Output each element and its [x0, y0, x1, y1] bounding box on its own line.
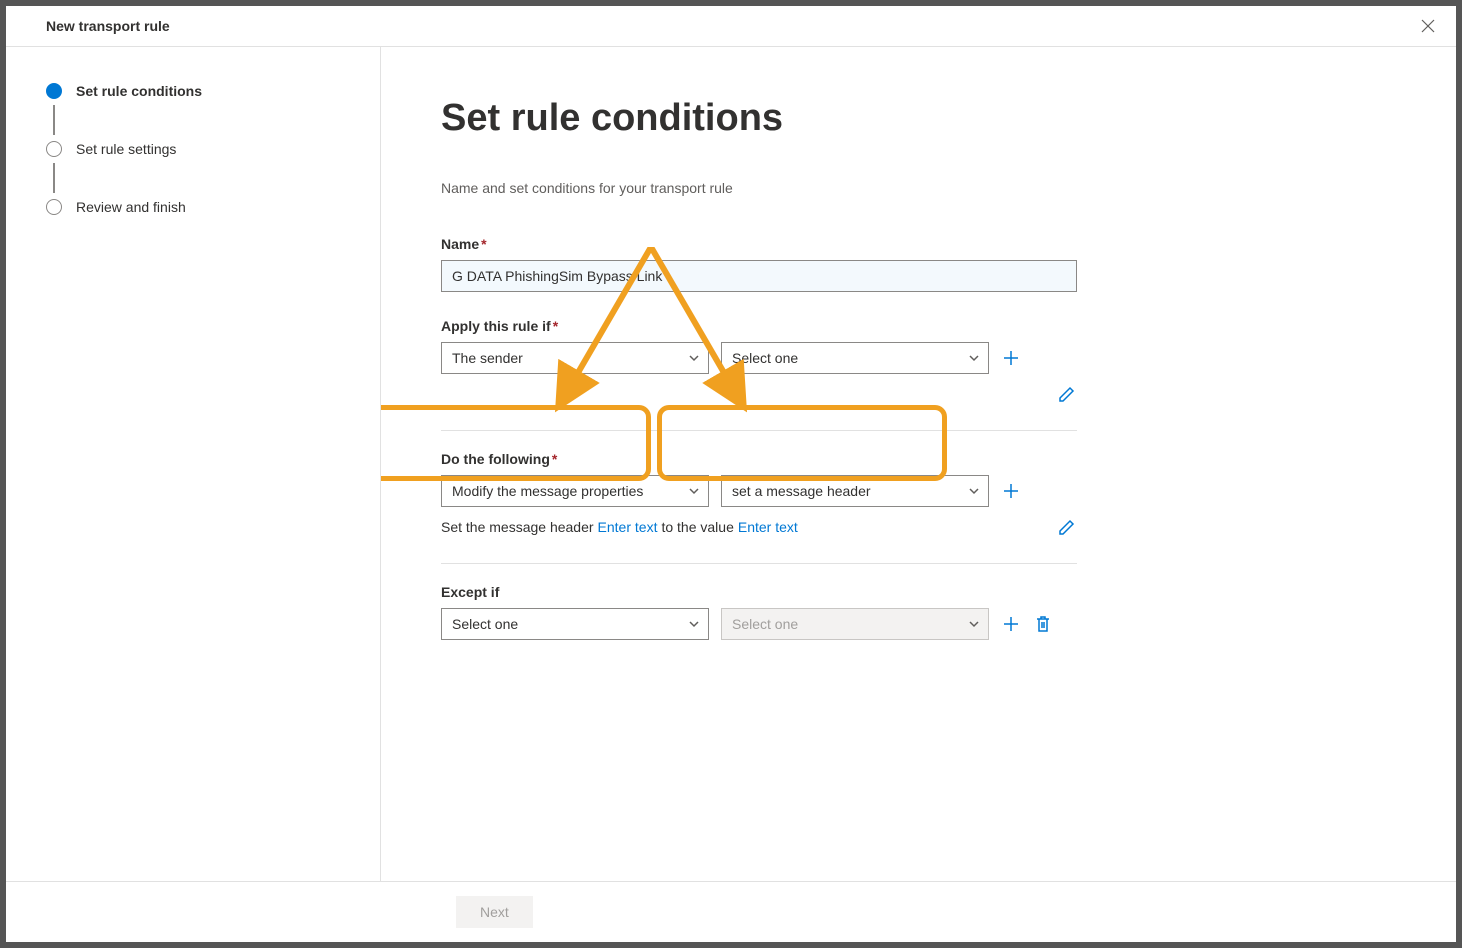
delete-icon[interactable] — [1033, 614, 1053, 634]
except-label: Except if — [441, 584, 1396, 600]
step-label: Set rule conditions — [76, 83, 202, 99]
dialog-window: New transport rule Set rule conditions S… — [6, 6, 1456, 942]
step-dot-icon — [46, 199, 62, 215]
step-connector — [53, 163, 55, 193]
apply-value-select[interactable]: Select one — [721, 342, 989, 374]
step-dot-icon — [46, 141, 62, 157]
dialog-footer: Next — [6, 881, 1456, 942]
add-exception-button[interactable] — [1001, 614, 1021, 634]
dialog-title: New transport rule — [46, 18, 170, 34]
name-section: Name* — [441, 236, 1396, 292]
enter-header-value-link[interactable]: Enter text — [738, 519, 798, 535]
close-icon[interactable] — [1420, 18, 1436, 34]
except-value-select: Select one — [721, 608, 989, 640]
titlebar: New transport rule — [6, 6, 1456, 47]
divider — [441, 430, 1077, 431]
add-action-button[interactable] — [1001, 481, 1021, 501]
enter-header-name-link[interactable]: Enter text — [598, 519, 658, 535]
step-dot-icon — [46, 83, 62, 99]
except-section: Except if Select one Select one — [441, 584, 1396, 640]
step-settings[interactable]: Set rule settings — [46, 135, 360, 163]
select-value: The sender — [452, 350, 523, 366]
edit-icon[interactable] — [1057, 384, 1077, 404]
select-value: set a message header — [732, 483, 871, 499]
except-condition-select[interactable]: Select one — [441, 608, 709, 640]
add-condition-button[interactable] — [1001, 348, 1021, 368]
do-section: Do the following* Modify the message pro… — [441, 451, 1396, 537]
step-connector — [53, 105, 55, 135]
select-placeholder: Select one — [732, 350, 798, 366]
do-action-select[interactable]: Modify the message properties — [441, 475, 709, 507]
do-value-select[interactable]: set a message header — [721, 475, 989, 507]
header-helper-text: Set the message header Enter text to the… — [441, 517, 1077, 537]
apply-section: Apply this rule if* The sender Select on… — [441, 318, 1396, 404]
step-label: Review and finish — [76, 199, 186, 215]
do-label: Do the following* — [441, 451, 1396, 467]
chevron-down-icon — [968, 485, 980, 497]
chevron-down-icon — [688, 352, 700, 364]
select-value: Modify the message properties — [452, 483, 643, 499]
chevron-down-icon — [968, 618, 980, 630]
select-placeholder: Select one — [452, 616, 518, 632]
main-panel: Set rule conditions Name and set conditi… — [381, 47, 1456, 881]
name-label: Name* — [441, 236, 1396, 252]
apply-condition-select[interactable]: The sender — [441, 342, 709, 374]
select-placeholder: Select one — [732, 616, 798, 632]
wizard-sidebar: Set rule conditions Set rule settings Re… — [6, 47, 381, 881]
step-conditions[interactable]: Set rule conditions — [46, 77, 360, 105]
step-label: Set rule settings — [76, 141, 176, 157]
step-review[interactable]: Review and finish — [46, 193, 360, 221]
next-button[interactable]: Next — [456, 896, 533, 928]
edit-icon[interactable] — [1057, 517, 1077, 537]
dialog-body: Set rule conditions Set rule settings Re… — [6, 47, 1456, 881]
page-heading: Set rule conditions — [441, 97, 1396, 140]
name-input[interactable] — [441, 260, 1077, 292]
apply-label: Apply this rule if* — [441, 318, 1396, 334]
chevron-down-icon — [688, 618, 700, 630]
chevron-down-icon — [968, 352, 980, 364]
chevron-down-icon — [688, 485, 700, 497]
divider — [441, 563, 1077, 564]
page-subtitle: Name and set conditions for your transpo… — [441, 180, 1396, 196]
